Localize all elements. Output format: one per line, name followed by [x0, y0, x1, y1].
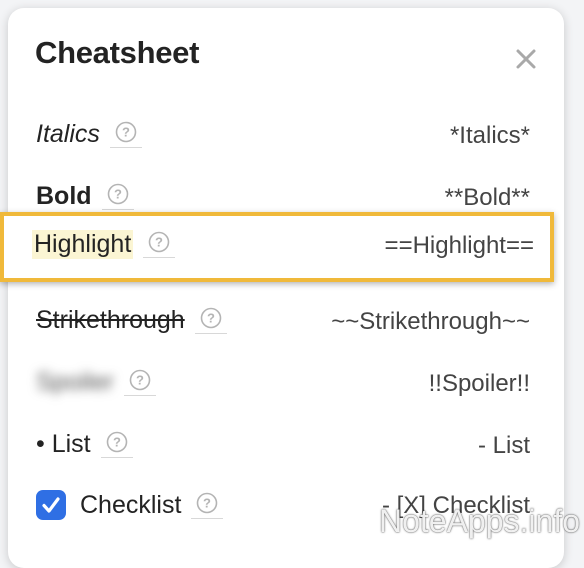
bold-label: Bold	[36, 182, 92, 211]
bold-syntax: **Bold**	[445, 184, 530, 212]
row-highlight: Highlight ? ==Highlight==	[8, 222, 564, 272]
watermark: NoteApps.info	[379, 503, 580, 540]
italics-syntax: *Italics*	[450, 122, 530, 150]
row-italics: Italics ? *Italics*	[8, 112, 564, 162]
help-icon[interactable]: ?	[191, 492, 223, 519]
highlight-callout-box: Highlight ? ==Highlight==	[0, 212, 554, 282]
svg-text:?: ?	[114, 187, 122, 202]
spoiler-syntax: !!Spoiler!!	[429, 370, 530, 398]
row-list: • List ? - List	[8, 422, 564, 472]
cheatsheet-panel: Cheatsheet Italics ? *Italics* Bold ? **…	[8, 8, 564, 568]
highlight-label: Highlight	[32, 230, 133, 259]
help-icon[interactable]: ?	[143, 231, 175, 258]
panel-title: Cheatsheet	[35, 35, 199, 71]
row-spoiler: Spoiler ? !!Spoiler!!	[8, 360, 564, 410]
svg-text:?: ?	[122, 125, 130, 140]
close-icon[interactable]	[513, 46, 539, 72]
help-icon[interactable]: ?	[124, 369, 156, 396]
row-strikethrough: Strikethrough ? ~~Strikethrough~~	[8, 298, 564, 348]
help-icon[interactable]: ?	[101, 431, 133, 458]
spoiler-label: Spoiler	[36, 368, 114, 397]
help-icon[interactable]: ?	[110, 121, 142, 148]
svg-text:?: ?	[207, 311, 215, 326]
list-syntax: - List	[478, 432, 530, 460]
highlight-syntax: ==Highlight==	[385, 232, 534, 260]
svg-text:?: ?	[203, 495, 211, 510]
svg-text:?: ?	[113, 435, 121, 450]
checklist-label: Checklist	[80, 491, 181, 520]
help-icon[interactable]: ?	[195, 307, 227, 334]
strikethrough-syntax: ~~Strikethrough~~	[331, 308, 530, 336]
italics-label: Italics	[36, 120, 100, 149]
strikethrough-label: Strikethrough	[36, 306, 185, 335]
help-icon[interactable]: ?	[102, 183, 134, 210]
svg-text:?: ?	[136, 373, 144, 388]
svg-text:?: ?	[155, 235, 163, 250]
list-label: • List	[36, 430, 91, 459]
checkbox-checked-icon[interactable]	[36, 490, 66, 520]
